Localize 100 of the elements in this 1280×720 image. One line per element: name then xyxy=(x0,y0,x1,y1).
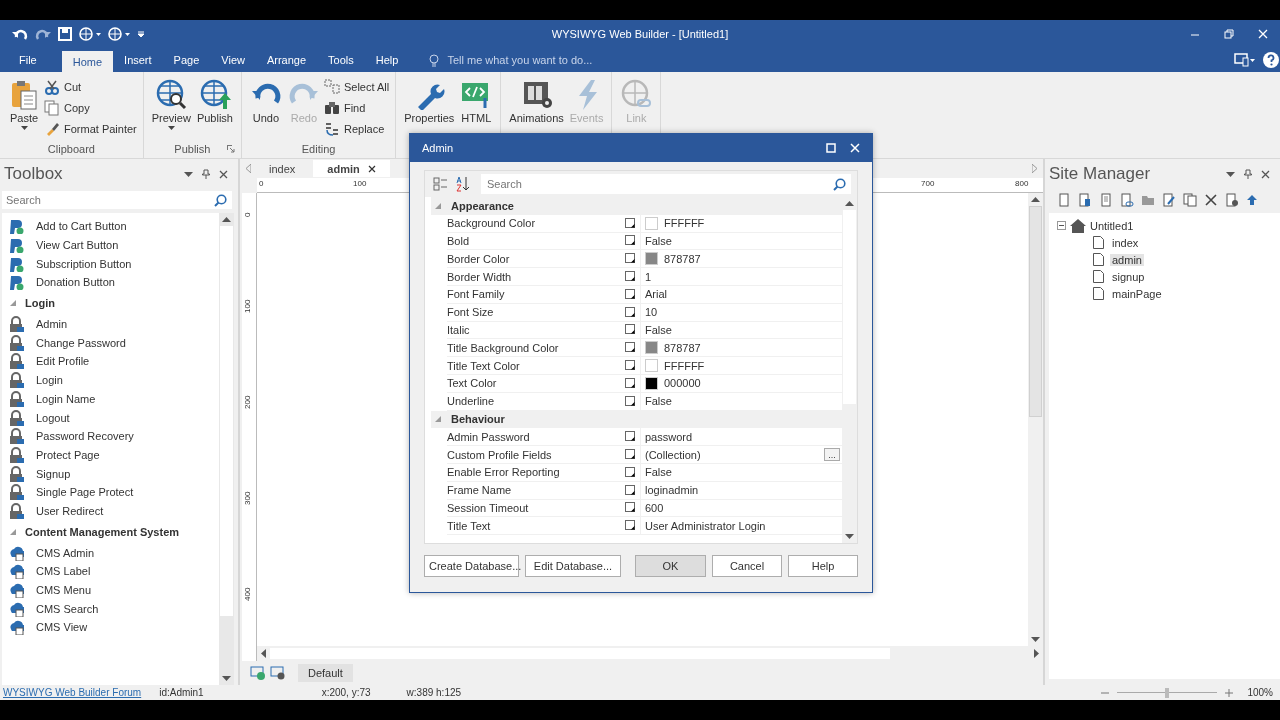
ribbon-tab[interactable]: Tools xyxy=(317,48,365,72)
toolbox-item[interactable]: Logout xyxy=(2,408,219,427)
toolbox-item[interactable]: Edit Profile xyxy=(2,352,219,371)
forum-link[interactable]: WYSIWYG Web Builder Forum xyxy=(3,687,142,698)
scroll-thumb[interactable] xyxy=(1029,206,1042,417)
toolbox-item[interactable]: CMS Menu xyxy=(2,580,219,600)
scroll-up-icon[interactable] xyxy=(845,201,854,206)
property-icon[interactable] xyxy=(625,306,636,318)
property-icon[interactable] xyxy=(625,342,636,354)
dialog-button[interactable]: Edit Database... xyxy=(525,555,621,577)
toolbox-item[interactable]: Single Page Protect xyxy=(2,482,219,502)
tree-item[interactable]: admin xyxy=(1110,253,1144,266)
property-icon[interactable] xyxy=(625,377,636,389)
property-icon[interactable] xyxy=(625,288,636,300)
toolbox-item[interactable]: View Cart Button xyxy=(2,235,219,255)
page-link-icon[interactable] xyxy=(1120,193,1134,207)
page-icon[interactable] xyxy=(1057,193,1071,207)
categorized-icon[interactable] xyxy=(433,176,449,192)
property-icon[interactable] xyxy=(625,253,636,265)
scroll-down-icon[interactable] xyxy=(222,676,231,681)
ribbon-button[interactable]: Properties xyxy=(402,76,457,140)
ribbon-tab[interactable]: Arrange xyxy=(255,48,318,72)
property-value[interactable]: FFFFFF xyxy=(664,217,705,230)
ribbon-tab[interactable]: Page xyxy=(162,48,211,72)
mobile-page-icon[interactable] xyxy=(1078,193,1092,207)
tree-item[interactable]: signup xyxy=(1110,270,1147,283)
property-value[interactable]: 1 xyxy=(645,270,652,283)
toolbox-item[interactable]: User Redirect xyxy=(2,501,219,521)
property-value[interactable]: loginadmin xyxy=(645,484,699,497)
ribbon-button[interactable]: Replace xyxy=(323,120,390,138)
property-value[interactable]: 878787 xyxy=(664,252,701,265)
ribbon-button[interactable]: Undo xyxy=(247,76,284,140)
dropdown-icon[interactable] xyxy=(184,171,193,177)
devices-icon[interactable] xyxy=(1234,53,1256,67)
close-icon[interactable] xyxy=(367,164,376,173)
scrollbar[interactable] xyxy=(219,213,234,685)
dialog-button[interactable]: Create Database... xyxy=(424,555,519,577)
ribbon-button[interactable]: Publish xyxy=(194,76,235,140)
scroll-down-icon[interactable] xyxy=(1031,637,1040,642)
dropdown-icon[interactable] xyxy=(1226,171,1235,177)
property-icon[interactable] xyxy=(625,466,636,478)
property-value[interactable]: Arial xyxy=(645,288,667,301)
property-icon[interactable] xyxy=(625,431,636,443)
close-icon[interactable] xyxy=(219,169,228,179)
customize-caret-icon[interactable] xyxy=(137,30,145,38)
property-icon[interactable] xyxy=(625,271,636,283)
undo-icon[interactable] xyxy=(12,27,28,41)
property-value[interactable]: False xyxy=(645,466,672,479)
toolbox-item[interactable]: Donation Button xyxy=(2,273,219,292)
property-icon[interactable] xyxy=(625,324,636,336)
page-settings-icon[interactable] xyxy=(270,665,286,681)
property-value[interactable]: password xyxy=(645,430,693,443)
slider-thumb[interactable] xyxy=(1165,687,1170,698)
tell-me-field[interactable]: Tell me what you want to do... xyxy=(447,54,638,66)
property-icon[interactable] xyxy=(625,449,636,461)
toolbox-item[interactable]: Add to Cart Button xyxy=(2,217,219,236)
document-tab[interactable]: index xyxy=(255,160,310,177)
toolbox-item[interactable]: CMS Search xyxy=(2,599,219,619)
help-icon[interactable] xyxy=(1262,51,1280,69)
property-value[interactable]: 600 xyxy=(645,501,664,514)
property-icon[interactable] xyxy=(625,484,636,496)
pin-icon[interactable] xyxy=(1244,169,1252,179)
ribbon-tab[interactable]: Home xyxy=(61,51,114,72)
property-value[interactable]: (Collection) xyxy=(645,448,701,461)
property-value[interactable]: 000000 xyxy=(664,377,701,390)
property-icon[interactable] xyxy=(625,235,636,247)
tree-item[interactable]: mainPage xyxy=(1110,287,1164,300)
expander-icon[interactable] xyxy=(10,300,16,307)
toolbox-item[interactable]: Subscription Button xyxy=(2,254,219,274)
layout-tab[interactable]: Default xyxy=(298,664,353,682)
tree-item[interactable]: index xyxy=(1110,236,1141,249)
property-icon[interactable] xyxy=(625,502,636,514)
ribbon-tab[interactable]: File xyxy=(8,48,48,72)
toolbox-item[interactable]: CMS Label xyxy=(2,562,219,581)
ribbon-button[interactable]: Copy xyxy=(44,99,137,117)
ribbon-button[interactable]: Format Painter xyxy=(44,120,137,138)
ribbon-button[interactable]: Preview xyxy=(149,76,193,140)
search-field[interactable]: Search xyxy=(481,174,851,194)
edit-page-icon[interactable] xyxy=(1162,193,1176,207)
ribbon-tab[interactable]: Help xyxy=(364,48,410,72)
sort-alphabetical-icon[interactable] xyxy=(455,176,471,192)
property-icon[interactable] xyxy=(625,520,636,532)
property-icon[interactable] xyxy=(625,395,636,407)
restore-icon[interactable] xyxy=(1224,29,1234,39)
page-settings-icon[interactable] xyxy=(1225,193,1239,207)
browse-button[interactable]: ... xyxy=(824,448,840,462)
ribbon-tab[interactable]: View xyxy=(210,48,256,72)
property-value[interactable]: User Administrator Login xyxy=(645,519,766,532)
document-icon[interactable] xyxy=(1099,193,1113,207)
toolbox-item[interactable]: Change Password xyxy=(2,333,219,353)
property-icon[interactable] xyxy=(625,217,636,229)
copy-icon[interactable] xyxy=(1183,193,1197,207)
scroll-left-icon[interactable] xyxy=(261,649,266,658)
scroll-up-icon[interactable] xyxy=(222,217,231,222)
toolbox-item[interactable]: Login Name xyxy=(2,389,219,409)
search-field[interactable]: Search xyxy=(2,191,232,209)
toolbox-item[interactable]: Signup xyxy=(2,464,219,483)
delete-icon[interactable] xyxy=(1204,193,1218,207)
ribbon-button[interactable]: Select All xyxy=(323,78,390,96)
property-value[interactable]: False xyxy=(645,235,672,247)
